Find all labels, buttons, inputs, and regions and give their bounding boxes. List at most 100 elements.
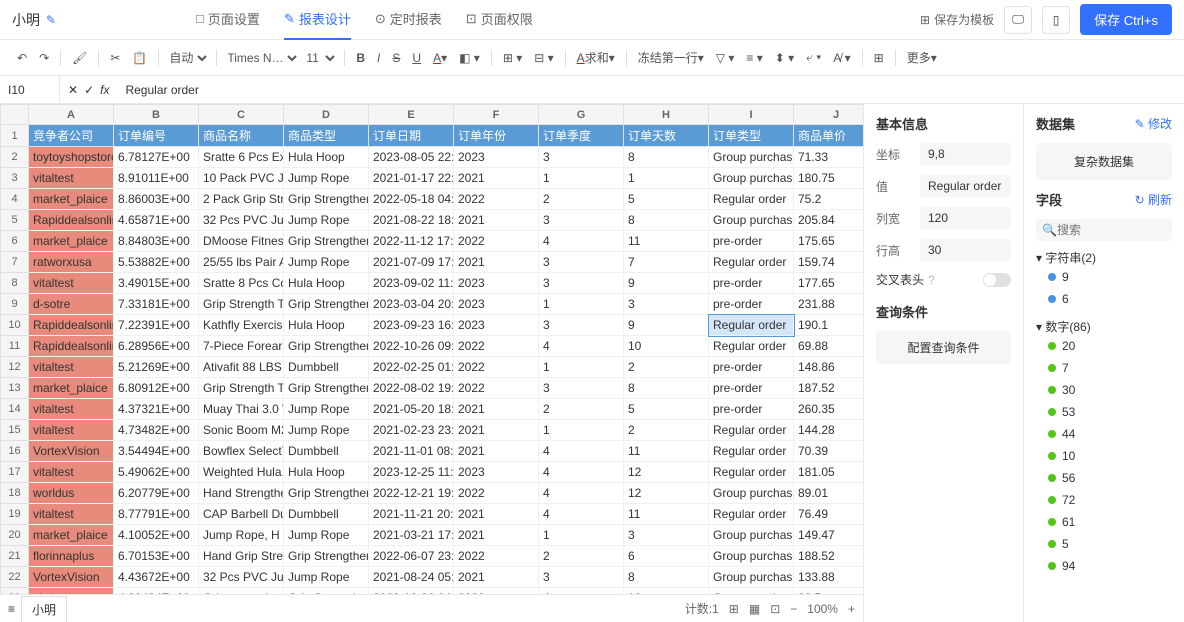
field-item[interactable]: 9 (1036, 266, 1172, 288)
table-cell[interactable]: VortexVision (29, 441, 114, 462)
table-cell[interactable]: vitaltest (29, 588, 114, 595)
table-cell[interactable]: 2021-08-24 05:47 (369, 567, 454, 588)
table-cell[interactable]: Sratte 6 Pcs Exercis (199, 147, 284, 168)
config-query-button[interactable]: 配置查询条件 (876, 331, 1011, 364)
table-cell[interactable]: vitaltest (29, 168, 114, 189)
table-cell[interactable]: 1 (539, 525, 624, 546)
cell-reference[interactable]: I10 (0, 76, 60, 103)
row-header[interactable]: 13 (1, 378, 29, 399)
table-cell[interactable]: 187.52 (794, 378, 864, 399)
table-cell[interactable]: 8 (624, 567, 709, 588)
table-cell[interactable]: pre-order (709, 378, 794, 399)
table-cell[interactable]: 12 (624, 483, 709, 504)
row-header[interactable]: 2 (1, 147, 29, 168)
table-header-cell[interactable]: 订单日期 (369, 125, 454, 147)
table-cell[interactable]: 4 (539, 231, 624, 252)
table-cell[interactable]: Group purchase ord (709, 168, 794, 189)
align-h-icon[interactable]: ≡ ▾ (741, 48, 767, 68)
table-cell[interactable]: Rapiddealsonline (29, 210, 114, 231)
table-cell[interactable]: 2023 (454, 147, 539, 168)
table-cell[interactable]: 2 (539, 399, 624, 420)
table-cell[interactable]: Regular order (709, 336, 794, 357)
cut-icon[interactable]: ✂ (105, 48, 125, 68)
table-cell[interactable]: 8 (624, 378, 709, 399)
table-cell[interactable]: 6.70153E+00 (114, 546, 199, 567)
table-header-cell[interactable]: 商品名称 (199, 125, 284, 147)
table-cell[interactable]: market_plaice (29, 378, 114, 399)
cancel-formula-icon[interactable]: ✕ (68, 83, 78, 97)
table-cell[interactable]: 8.84803E+00 (114, 231, 199, 252)
grid-icon[interactable]: ⊞ (869, 48, 889, 68)
table-cell[interactable]: 70.39 (794, 441, 864, 462)
table-cell[interactable]: 3.54494E+00 (114, 441, 199, 462)
table-cell[interactable]: 2022-02-25 01:55 (369, 357, 454, 378)
table-cell[interactable]: 2021 (454, 504, 539, 525)
table-cell[interactable]: Hand Grip Strength (199, 546, 284, 567)
help-icon[interactable]: ? (928, 273, 935, 287)
table-cell[interactable]: 2022-12-26 04:34 (369, 588, 454, 595)
table-cell[interactable]: 2022 (454, 483, 539, 504)
table-cell[interactable]: 4.26424E+00 (114, 588, 199, 595)
view-icon-1[interactable]: ⊞ (729, 602, 739, 616)
col-header[interactable]: H (624, 105, 709, 125)
table-cell[interactable]: 4 (539, 336, 624, 357)
table-cell[interactable]: Hula Hoop (284, 315, 369, 336)
table-cell[interactable]: 2021 (454, 252, 539, 273)
row-header[interactable]: 19 (1, 504, 29, 525)
table-cell[interactable]: 2022-12-21 19:54 (369, 483, 454, 504)
table-cell[interactable]: 6.20779E+00 (114, 483, 199, 504)
table-cell[interactable]: 3 (624, 525, 709, 546)
freeze-button[interactable]: 冻结第一行 ▾ (633, 46, 709, 69)
table-header-cell[interactable]: 商品单价 (794, 125, 864, 147)
table-cell[interactable]: 1 (539, 420, 624, 441)
table-cell[interactable]: vitaltest (29, 273, 114, 294)
table-cell[interactable]: Group purchase ord (709, 210, 794, 231)
row-header[interactable]: 7 (1, 252, 29, 273)
row-header[interactable]: 1 (1, 125, 29, 147)
table-cell[interactable]: Muay Thai 3.0 Weig (199, 399, 284, 420)
table-cell[interactable]: Regular order (709, 420, 794, 441)
save-template-button[interactable]: ⊞ 保存为模板 (920, 11, 994, 28)
table-cell[interactable]: 6.80912E+00 (114, 378, 199, 399)
table-cell[interactable]: 2023-03-04 20:54 (369, 294, 454, 315)
table-cell[interactable]: 231.88 (794, 294, 864, 315)
row-header[interactable]: 8 (1, 273, 29, 294)
align-v-icon[interactable]: ⬍ ▾ (770, 48, 799, 68)
table-cell[interactable]: 159.74 (794, 252, 864, 273)
row-height-input[interactable]: 30 (920, 239, 1011, 261)
table-cell[interactable]: Grip Strengthener (284, 588, 369, 595)
table-cell[interactable]: 2023 (454, 294, 539, 315)
tab-页面权限[interactable]: ⊡页面权限 (466, 0, 533, 40)
table-cell[interactable]: Regular order (709, 441, 794, 462)
string-group[interactable]: ▾ 字符串(2) (1036, 249, 1172, 266)
table-cell[interactable]: pre-order (709, 294, 794, 315)
table-cell[interactable]: 12 (624, 588, 709, 595)
table-cell[interactable]: 4.37321E+00 (114, 399, 199, 420)
table-cell[interactable]: 4.73482E+00 (114, 420, 199, 441)
field-item[interactable]: 72 (1036, 489, 1172, 511)
table-cell[interactable]: 2021 (454, 420, 539, 441)
save-button[interactable]: 保存 Ctrl+s (1080, 4, 1172, 35)
table-cell[interactable]: 2022 (454, 357, 539, 378)
table-cell[interactable]: 8.86003E+00 (114, 189, 199, 210)
table-header-cell[interactable]: 商品类型 (284, 125, 369, 147)
edit-dataset-link[interactable]: ✎ 修改 (1135, 115, 1172, 132)
row-header[interactable]: 20 (1, 525, 29, 546)
table-cell[interactable]: Grip Strengthener (284, 483, 369, 504)
table-cell[interactable]: Regular order (709, 504, 794, 525)
table-cell[interactable]: Dumbbell (284, 504, 369, 525)
cross-header-toggle[interactable] (983, 273, 1011, 287)
table-cell[interactable]: 2023 (454, 273, 539, 294)
table-header-cell[interactable]: 订单编号 (114, 125, 199, 147)
col-header[interactable]: A (29, 105, 114, 125)
table-cell[interactable]: 76.49 (794, 504, 864, 525)
table-cell[interactable]: 2022-11-12 17:48 (369, 231, 454, 252)
table-cell[interactable]: 2021-11-01 08:25 (369, 441, 454, 462)
table-cell[interactable]: 2023-09-02 11:03 (369, 273, 454, 294)
fill-color-icon[interactable]: ◧ ▾ (454, 48, 485, 68)
table-cell[interactable]: Jump Rope (284, 168, 369, 189)
zoom-in-icon[interactable]: + (848, 602, 855, 616)
tab-定时报表[interactable]: ⊙定时报表 (375, 0, 442, 40)
table-cell[interactable]: 2022-06-07 23:47 (369, 546, 454, 567)
undo-icon[interactable]: ↶ (12, 48, 32, 68)
